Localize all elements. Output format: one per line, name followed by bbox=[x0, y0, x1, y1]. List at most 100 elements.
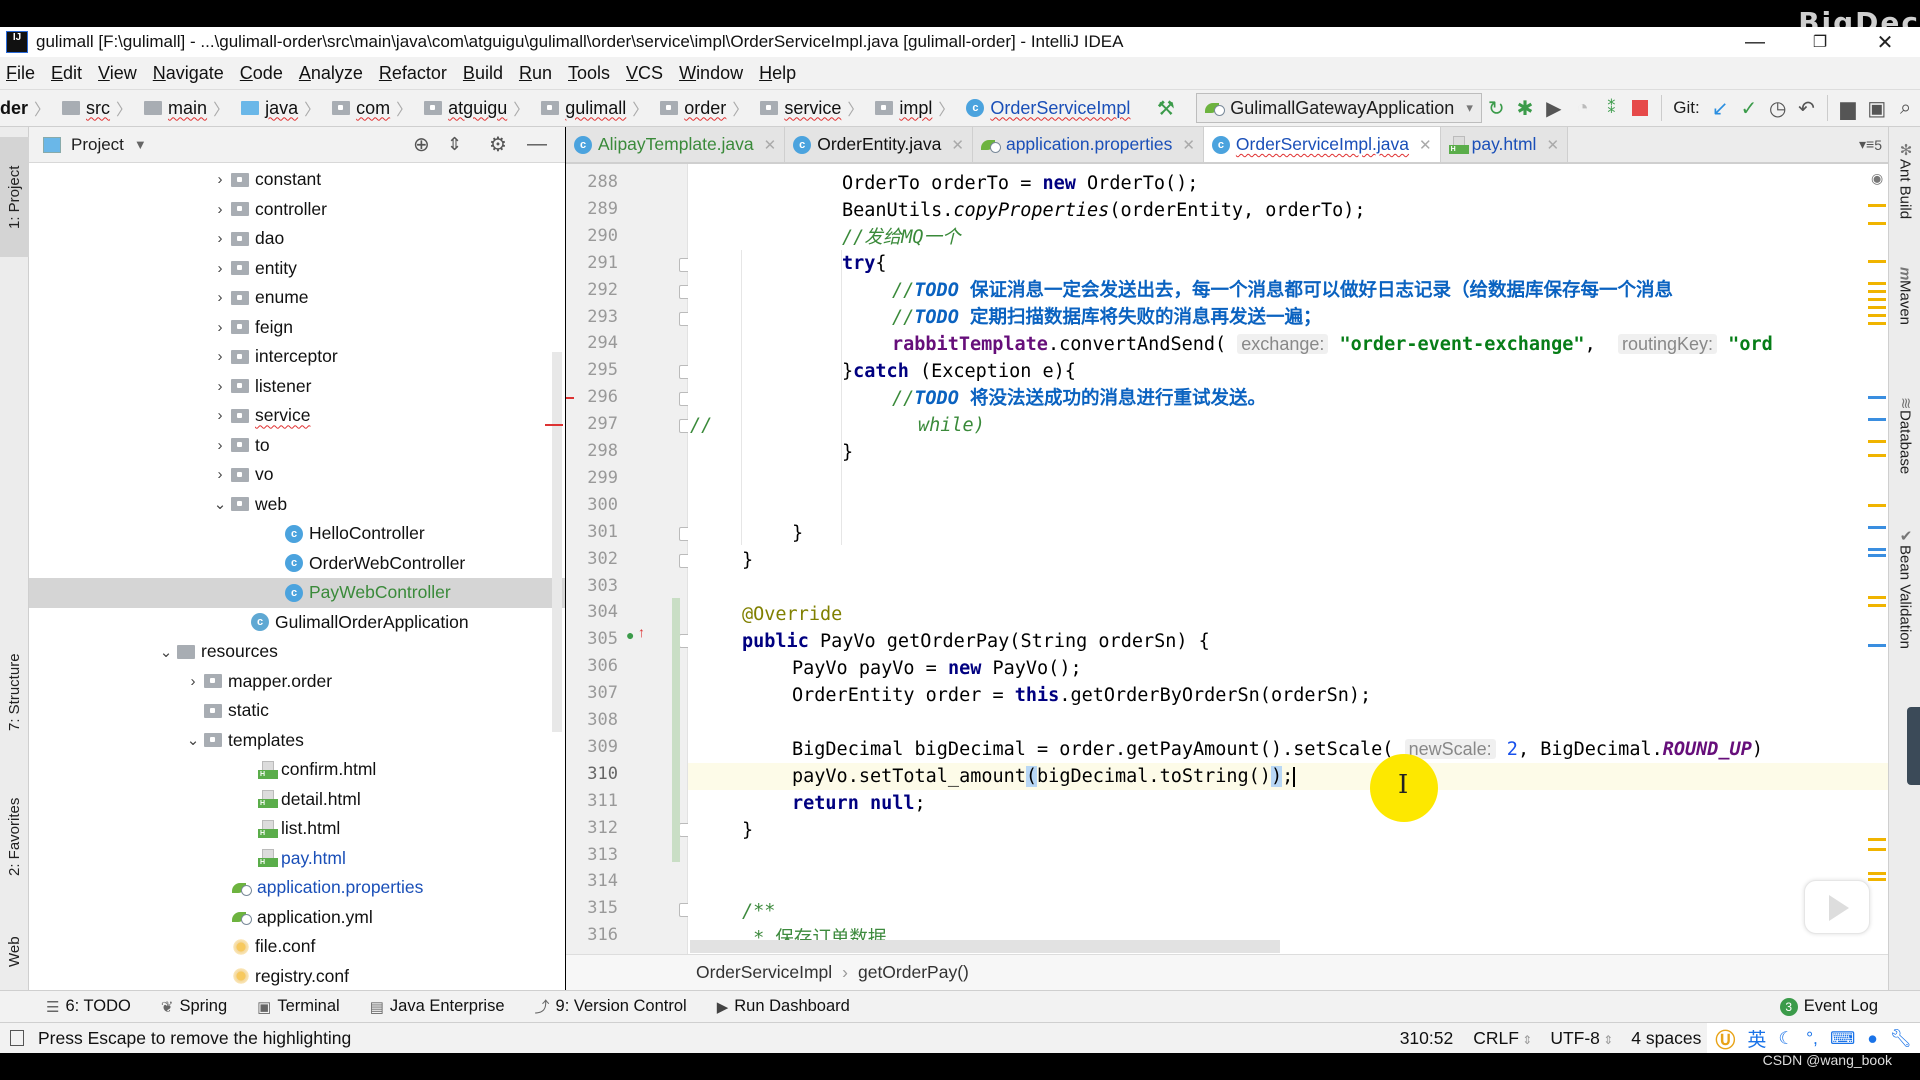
stripe-mark[interactable] bbox=[1868, 322, 1886, 325]
crumb-java[interactable]: java 〉 bbox=[241, 96, 326, 120]
stripe-mark[interactable] bbox=[1868, 314, 1886, 317]
stripe-mark[interactable] bbox=[1868, 222, 1886, 225]
chevron-down-icon[interactable]: ⌄ bbox=[209, 495, 231, 513]
line-number[interactable]: 313 bbox=[566, 845, 618, 865]
line-number[interactable]: 297 bbox=[566, 414, 618, 434]
menu-file[interactable]: File bbox=[6, 63, 35, 84]
breadcrumb-method[interactable]: getOrderPay() bbox=[858, 962, 969, 983]
stripe-mark[interactable] bbox=[1868, 290, 1886, 293]
menu-edit[interactable]: Edit bbox=[51, 63, 82, 84]
breadcrumb-class[interactable]: OrderServiceImpl bbox=[696, 962, 832, 983]
tree-item-paywebcontroller[interactable]: c PayWebController bbox=[29, 578, 565, 608]
crumb-atguigu[interactable]: atguigu 〉 bbox=[424, 96, 535, 120]
menu-refactor[interactable]: Refactor bbox=[379, 63, 447, 84]
line-number[interactable]: 292 bbox=[566, 280, 618, 300]
menu-navigate[interactable]: Navigate bbox=[153, 63, 224, 84]
close-tab-icon[interactable]: ✕ bbox=[1182, 136, 1195, 154]
run-config-select[interactable]: GulimallGatewayApplication ▾ bbox=[1196, 93, 1482, 123]
moon-icon[interactable]: ☾ bbox=[1778, 1028, 1794, 1049]
stripe-mark[interactable] bbox=[1868, 440, 1886, 443]
tool-tab-web[interactable]: Web bbox=[0, 917, 29, 987]
tree-item-file-conf[interactable]: file.conf bbox=[29, 932, 565, 962]
video-play-button[interactable] bbox=[1804, 880, 1870, 934]
line-number[interactable]: 311 bbox=[566, 791, 618, 811]
close-tab-icon[interactable]: ✕ bbox=[1419, 136, 1432, 154]
stripe-mark[interactable] bbox=[1868, 848, 1886, 851]
line-number[interactable]: 288 bbox=[566, 172, 618, 192]
hide-panel-icon[interactable]: — bbox=[527, 133, 547, 156]
tree-item-resources[interactable]: ⌄ resources bbox=[29, 637, 565, 667]
line-number[interactable]: 310 bbox=[566, 764, 618, 784]
crumb-src[interactable]: src 〉 bbox=[62, 96, 138, 120]
git-update-icon[interactable]: ↙ bbox=[1711, 95, 1730, 121]
stripe-mark[interactable] bbox=[1868, 504, 1886, 507]
line-number[interactable]: 295 bbox=[566, 360, 618, 380]
menu-build[interactable]: Build bbox=[463, 63, 503, 84]
tree-item-controller[interactable]: › controller bbox=[29, 195, 565, 225]
implements-method-icon[interactable]: ● bbox=[626, 627, 634, 643]
chevron-right-icon[interactable]: › bbox=[209, 289, 231, 306]
tool-version-control[interactable]: ⤴ 9: Version Control bbox=[535, 996, 687, 1017]
tree-item-gulimallorderapplication[interactable]: c GulimallOrderApplication bbox=[29, 608, 565, 638]
chevron-right-icon[interactable]: › bbox=[209, 466, 231, 483]
tree-item-list-html[interactable]: list.html bbox=[29, 814, 565, 844]
line-number[interactable]: 298 bbox=[566, 441, 618, 461]
toggle-tool-windows-icon[interactable] bbox=[10, 1030, 24, 1046]
chevron-right-icon[interactable]: › bbox=[209, 230, 231, 247]
tool-tab-ant-build[interactable]: ✻ Ant Build bbox=[1889, 141, 1920, 251]
tab-pay-html[interactable]: pay.html ✕ bbox=[1440, 127, 1569, 162]
close-tab-icon[interactable]: ✕ bbox=[1546, 136, 1559, 154]
line-number[interactable]: 312 bbox=[566, 818, 618, 838]
line-separator-select[interactable]: CRLF ⇕ bbox=[1473, 1028, 1532, 1049]
project-scrollbar[interactable] bbox=[552, 352, 562, 732]
tool-terminal[interactable]: ▣ Terminal bbox=[257, 997, 340, 1016]
close-tab-icon[interactable]: ✕ bbox=[951, 136, 964, 154]
chevron-right-icon[interactable]: › bbox=[209, 171, 231, 188]
line-number[interactable]: 294 bbox=[566, 333, 618, 353]
tool-tab-structure[interactable]: 7: Structure bbox=[0, 627, 29, 757]
tree-item-service[interactable]: › service bbox=[29, 401, 565, 431]
git-rollback-icon[interactable]: ↶ bbox=[1797, 95, 1816, 121]
locate-file-icon[interactable]: ⊕ bbox=[413, 132, 430, 157]
tree-item-detail-html[interactable]: detail.html bbox=[29, 785, 565, 815]
line-number[interactable]: 300 bbox=[566, 495, 618, 515]
crumb-main[interactable]: main 〉 bbox=[144, 96, 235, 120]
crumb-service[interactable]: service 〉 bbox=[760, 96, 869, 120]
stripe-mark[interactable] bbox=[1868, 454, 1886, 457]
chevron-down-icon[interactable]: ⌄ bbox=[155, 643, 177, 661]
stripe-mark[interactable] bbox=[1868, 644, 1886, 647]
debug-bug-icon[interactable]: ✱ bbox=[1516, 95, 1535, 121]
line-number[interactable]: 305 bbox=[566, 629, 618, 649]
line-number[interactable]: 299 bbox=[566, 468, 618, 488]
chevron-down-icon[interactable]: ▼ bbox=[134, 137, 147, 152]
tree-item-to[interactable]: › to bbox=[29, 431, 565, 461]
tree-item-application-yml[interactable]: application.yml bbox=[29, 903, 565, 933]
crumb-orderserviceimpl[interactable]: c OrderServiceImpl bbox=[966, 98, 1130, 119]
stripe-mark[interactable] bbox=[1868, 548, 1886, 551]
menu-window[interactable]: Window bbox=[679, 63, 743, 84]
tool-tab-maven[interactable]: m Maven bbox=[1889, 267, 1920, 377]
ime-language-toggle[interactable]: 英 bbox=[1747, 1025, 1766, 1052]
tree-item-dao[interactable]: › dao bbox=[29, 224, 565, 254]
line-number[interactable]: 308 bbox=[566, 710, 618, 730]
stripe-mark[interactable] bbox=[1868, 604, 1886, 607]
crumb-impl[interactable]: impl 〉 bbox=[875, 96, 960, 120]
tool-todo[interactable]: ☰ 6: TODO bbox=[46, 997, 131, 1016]
line-number[interactable]: 293 bbox=[566, 307, 618, 327]
tool-spring[interactable]: ❦ Spring bbox=[161, 997, 227, 1016]
crumb-order[interactable]: order 〉 bbox=[660, 96, 754, 120]
stripe-mark[interactable] bbox=[1868, 526, 1886, 529]
stripe-mark[interactable] bbox=[1868, 554, 1886, 557]
stripe-mark[interactable] bbox=[1868, 418, 1886, 421]
search-everywhere-icon[interactable]: ⌕ bbox=[1896, 95, 1915, 121]
stripe-mark[interactable] bbox=[1868, 282, 1886, 285]
stripe-mark[interactable] bbox=[1868, 396, 1886, 399]
line-number[interactable]: 302 bbox=[566, 549, 618, 569]
stripe-mark[interactable] bbox=[1868, 260, 1886, 263]
eye-icon[interactable]: ◉ bbox=[1871, 170, 1883, 187]
menu-code[interactable]: Code bbox=[240, 63, 283, 84]
git-commit-icon[interactable]: ✓ bbox=[1740, 95, 1759, 121]
chevron-right-icon[interactable]: › bbox=[209, 437, 231, 454]
tree-item-listener[interactable]: › listener bbox=[29, 372, 565, 402]
tree-item-static[interactable]: static bbox=[29, 696, 565, 726]
